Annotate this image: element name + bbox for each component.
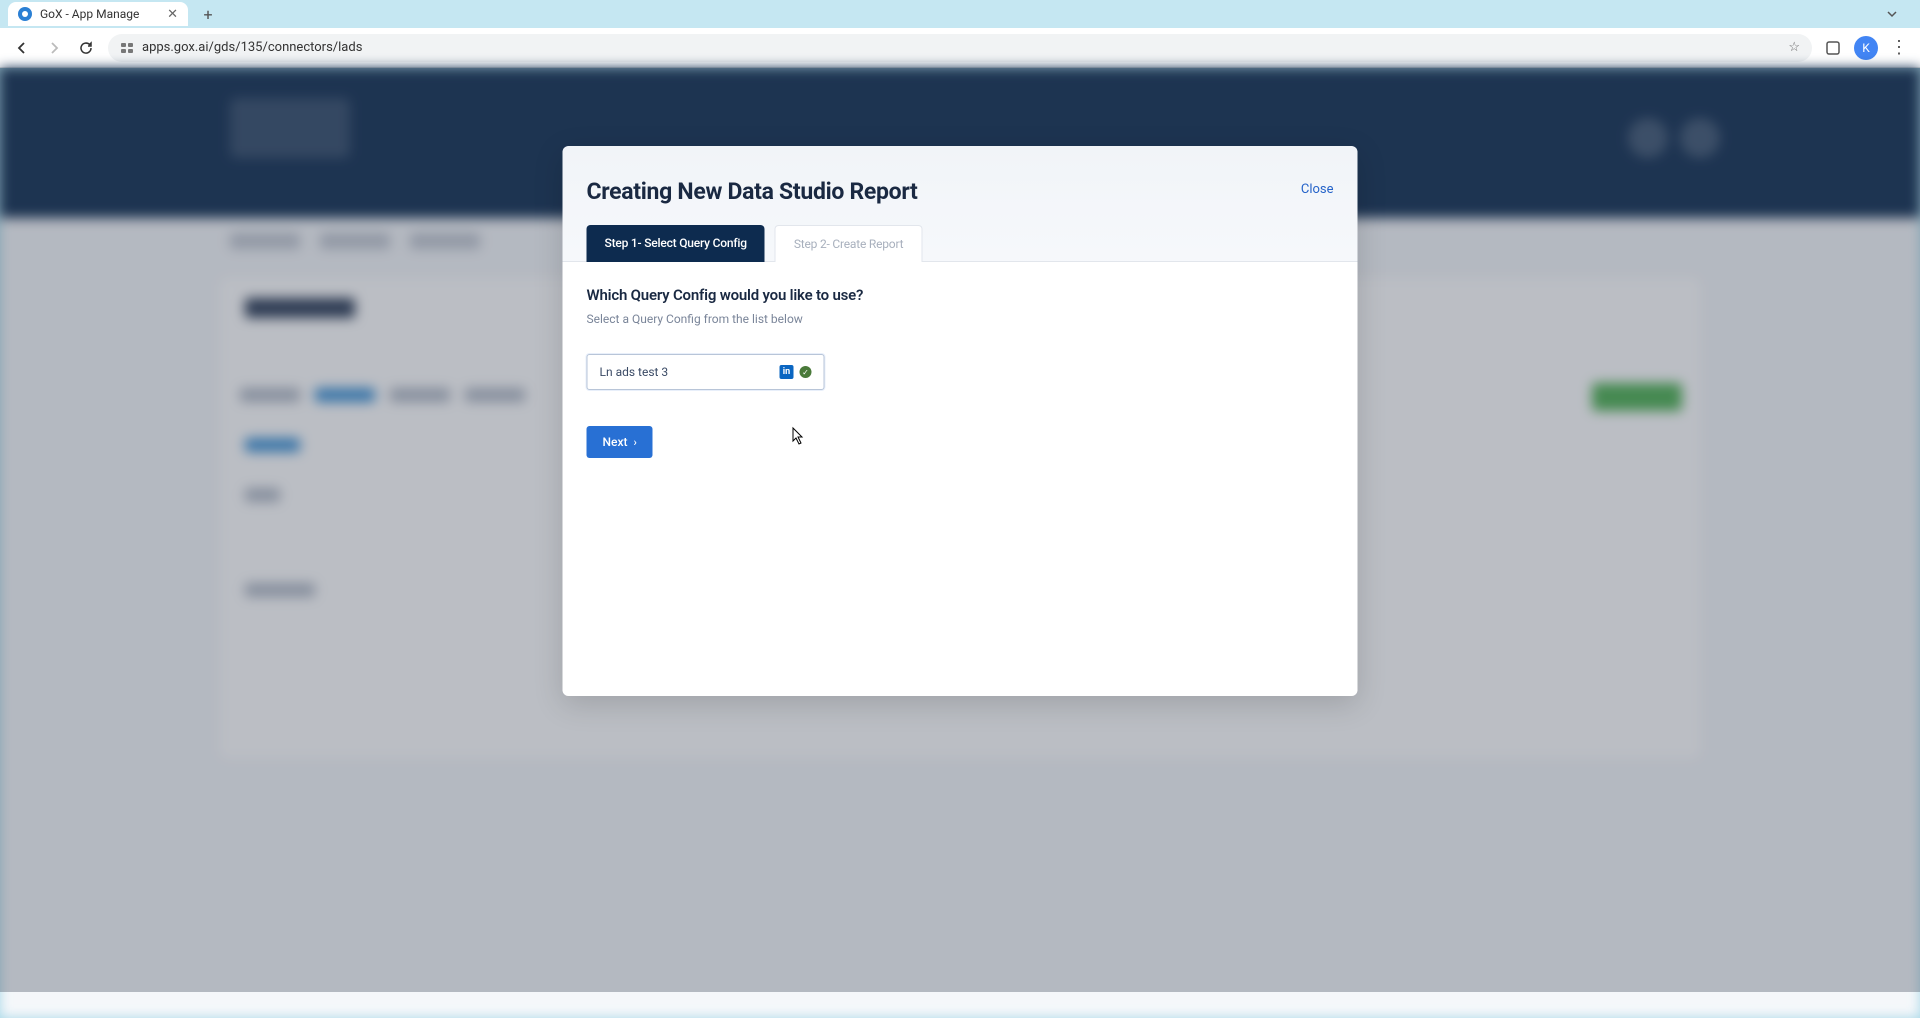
- reload-button[interactable]: [76, 38, 96, 58]
- url-text: apps.gox.ai/gds/135/connectors/lads: [142, 40, 1780, 55]
- modal-body: Which Query Config would you like to use…: [563, 261, 1358, 691]
- modal-close-link[interactable]: Close: [1301, 182, 1334, 197]
- chevron-right-icon: ›: [633, 436, 636, 449]
- status-check-icon: ✓: [800, 366, 812, 378]
- create-report-modal: Creating New Data Studio Report Close St…: [563, 146, 1358, 696]
- address-bar: apps.gox.ai/gds/135/connectors/lads ☆ K …: [0, 28, 1920, 68]
- step-tab-2[interactable]: Step 2- Create Report: [775, 225, 923, 262]
- new-tab-button[interactable]: +: [198, 4, 218, 24]
- tabs-bar: GoX - App Manage ✕ +: [0, 0, 1920, 28]
- bookmark-star-icon[interactable]: ☆: [1788, 40, 1800, 55]
- next-button-label: Next: [603, 435, 628, 449]
- step-tab-1[interactable]: Step 1- Select Query Config: [587, 225, 765, 262]
- browser-more-menu-icon[interactable]: ⋮: [1890, 37, 1908, 58]
- query-config-card[interactable]: Ln ads test 3 in ✓: [587, 354, 825, 390]
- browser-tab[interactable]: GoX - App Manage ✕: [8, 2, 188, 26]
- next-button[interactable]: Next ›: [587, 426, 653, 458]
- step-tabs: Step 1- Select Query Config Step 2- Crea…: [563, 225, 1358, 262]
- url-field[interactable]: apps.gox.ai/gds/135/connectors/lads ☆: [108, 34, 1812, 62]
- config-subtext: Select a Query Config from the list belo…: [587, 312, 1334, 326]
- forward-button[interactable]: [44, 38, 64, 58]
- tab-favicon-icon: [18, 7, 32, 21]
- profile-avatar[interactable]: K: [1854, 36, 1878, 60]
- modal-title: Creating New Data Studio Report: [587, 178, 918, 205]
- browser-chrome: GoX - App Manage ✕ + apps.gox.ai/gds/135…: [0, 0, 1920, 68]
- avatar-letter: K: [1862, 41, 1870, 55]
- config-label: Ln ads test 3: [600, 365, 669, 379]
- back-button[interactable]: [12, 38, 32, 58]
- config-icons: in ✓: [780, 365, 812, 379]
- linkedin-icon: in: [780, 365, 794, 379]
- extensions-icon[interactable]: [1824, 39, 1842, 57]
- site-settings-icon[interactable]: [120, 41, 134, 55]
- config-question: Which Query Config would you like to use…: [587, 286, 1334, 304]
- window-minimize-icon[interactable]: [1884, 6, 1900, 22]
- tab-close-icon[interactable]: ✕: [167, 7, 178, 22]
- modal-header: Creating New Data Studio Report Close: [563, 146, 1358, 225]
- tab-title: GoX - App Manage: [40, 7, 139, 21]
